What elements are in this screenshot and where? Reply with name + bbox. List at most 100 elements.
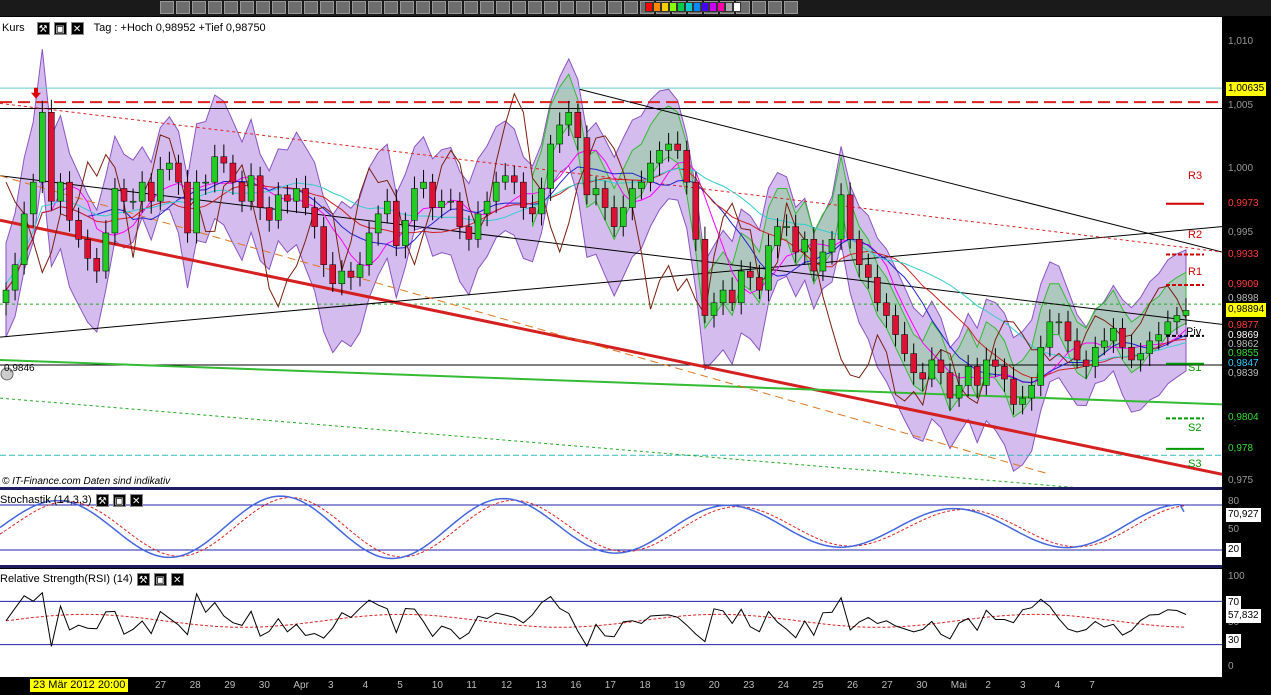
price-tick: 1,000 (1228, 163, 1254, 175)
color-swatch[interactable] (733, 2, 741, 12)
candle (1128, 347, 1135, 361)
candle (229, 162, 237, 183)
toolbar-button[interactable] (224, 1, 238, 14)
toolbar-button[interactable] (352, 1, 366, 14)
toolbar-button[interactable] (368, 1, 382, 14)
toolbar-button[interactable] (272, 1, 286, 14)
date-tick: 3 (1020, 680, 1026, 691)
date-tick: 25 (812, 680, 824, 691)
candle (84, 239, 91, 259)
candle (910, 353, 917, 373)
toolbar-button[interactable] (608, 1, 622, 14)
candle (275, 194, 282, 221)
toolbar-button[interactable] (576, 1, 590, 14)
day-high-low-info: Tag : +Hoch 0,98952 +Tief 0,98750 (93, 22, 266, 34)
wrench-icon[interactable]: ⚒ (95, 493, 109, 507)
toolbar-button[interactable] (624, 1, 638, 14)
candle (175, 162, 182, 183)
candle (538, 188, 545, 215)
ref-level-label: 0,9846 (4, 363, 35, 374)
toolbar-button[interactable] (464, 1, 478, 14)
candle (93, 258, 101, 272)
toolbar-button[interactable] (400, 1, 414, 14)
toolbar-button[interactable] (480, 1, 494, 14)
toolbar-button[interactable] (528, 1, 542, 14)
candle (302, 188, 309, 208)
candle (2, 289, 10, 304)
candle (456, 200, 464, 227)
color-swatch[interactable] (693, 2, 701, 12)
toolbar-button[interactable] (432, 1, 446, 14)
window-icon[interactable]: ▣ (112, 493, 126, 507)
toolbar-button[interactable] (592, 1, 606, 14)
date-tick: 4 (1054, 680, 1061, 691)
toolbar-button[interactable] (784, 1, 798, 14)
color-swatch[interactable] (677, 2, 685, 12)
color-swatch[interactable] (645, 2, 653, 12)
price-chart-svg (0, 49, 1222, 487)
candle (574, 112, 582, 138)
toolbar-button[interactable] (544, 1, 558, 14)
color-swatch[interactable] (669, 2, 677, 12)
candle (483, 200, 491, 215)
candle (756, 277, 763, 291)
toolbar-button[interactable] (288, 1, 302, 14)
color-swatch[interactable] (653, 2, 661, 12)
color-swatch[interactable] (709, 2, 717, 12)
price-tag: 0,98894 (1226, 302, 1267, 317)
candle (1110, 327, 1117, 342)
toolbar-button[interactable] (176, 1, 190, 14)
color-swatch[interactable] (685, 2, 693, 12)
toolbar-button[interactable] (336, 1, 350, 14)
candle (719, 289, 727, 304)
close-icon[interactable]: ✕ (129, 493, 143, 507)
color-swatch[interactable] (725, 2, 733, 12)
date-tick: 27 (881, 680, 893, 691)
candle (901, 334, 908, 354)
candle (1010, 378, 1017, 405)
candle (592, 188, 600, 196)
window-icon[interactable]: ▣ (53, 21, 67, 35)
toolbar-button[interactable] (304, 1, 318, 14)
candle (1082, 359, 1090, 367)
toolbar-button[interactable] (320, 1, 334, 14)
toolbar-button[interactable] (560, 1, 574, 14)
candle (39, 112, 46, 183)
candle (193, 181, 200, 234)
toolbar-button[interactable] (416, 1, 430, 14)
toolbar-button[interactable] (160, 1, 174, 14)
close-icon[interactable]: ✕ (170, 572, 184, 586)
candle (511, 175, 518, 183)
color-swatch[interactable] (701, 2, 709, 12)
toolbar-button[interactable] (240, 1, 254, 14)
candle (48, 112, 55, 202)
rsi-pane[interactable]: Relative Strength(RSI) (14) ⚒ ▣ ✕ (0, 569, 1222, 677)
toolbar-button[interactable] (448, 1, 462, 14)
window-icon[interactable]: ▣ (153, 572, 167, 586)
stochastic-pane[interactable]: Stochastik (14,3,3) ⚒ ▣ ✕ (0, 490, 1222, 565)
toolbar-button[interactable] (192, 1, 206, 14)
candle (1028, 385, 1035, 399)
source-footer: © IT-Finance.com Daten sind indikativ (2, 476, 171, 487)
toolbar-button[interactable] (256, 1, 270, 14)
candle (1137, 353, 1144, 361)
toolbar-button[interactable] (512, 1, 526, 14)
main-price-pane[interactable]: Kurs ⚒ ▣ ✕ Tag : +Hoch 0,98952 +Tief 0,9… (0, 17, 1222, 487)
candle (529, 207, 536, 215)
wrench-icon[interactable]: ⚒ (36, 21, 50, 35)
toolbar-button[interactable] (752, 1, 766, 14)
toolbar-button[interactable] (208, 1, 222, 14)
candle (801, 239, 809, 253)
candle (1037, 347, 1045, 386)
candle (211, 156, 219, 183)
toolbar-button[interactable] (496, 1, 510, 14)
toolbar-button[interactable] (384, 1, 398, 14)
candle (747, 270, 754, 278)
toolbar-button[interactable] (768, 1, 782, 14)
color-swatch[interactable] (661, 2, 669, 12)
color-swatch[interactable] (717, 2, 725, 12)
date-tick: 5 (397, 680, 403, 691)
close-icon[interactable]: ✕ (70, 21, 84, 35)
wrench-icon[interactable]: ⚒ (136, 572, 150, 586)
candle (710, 302, 718, 316)
